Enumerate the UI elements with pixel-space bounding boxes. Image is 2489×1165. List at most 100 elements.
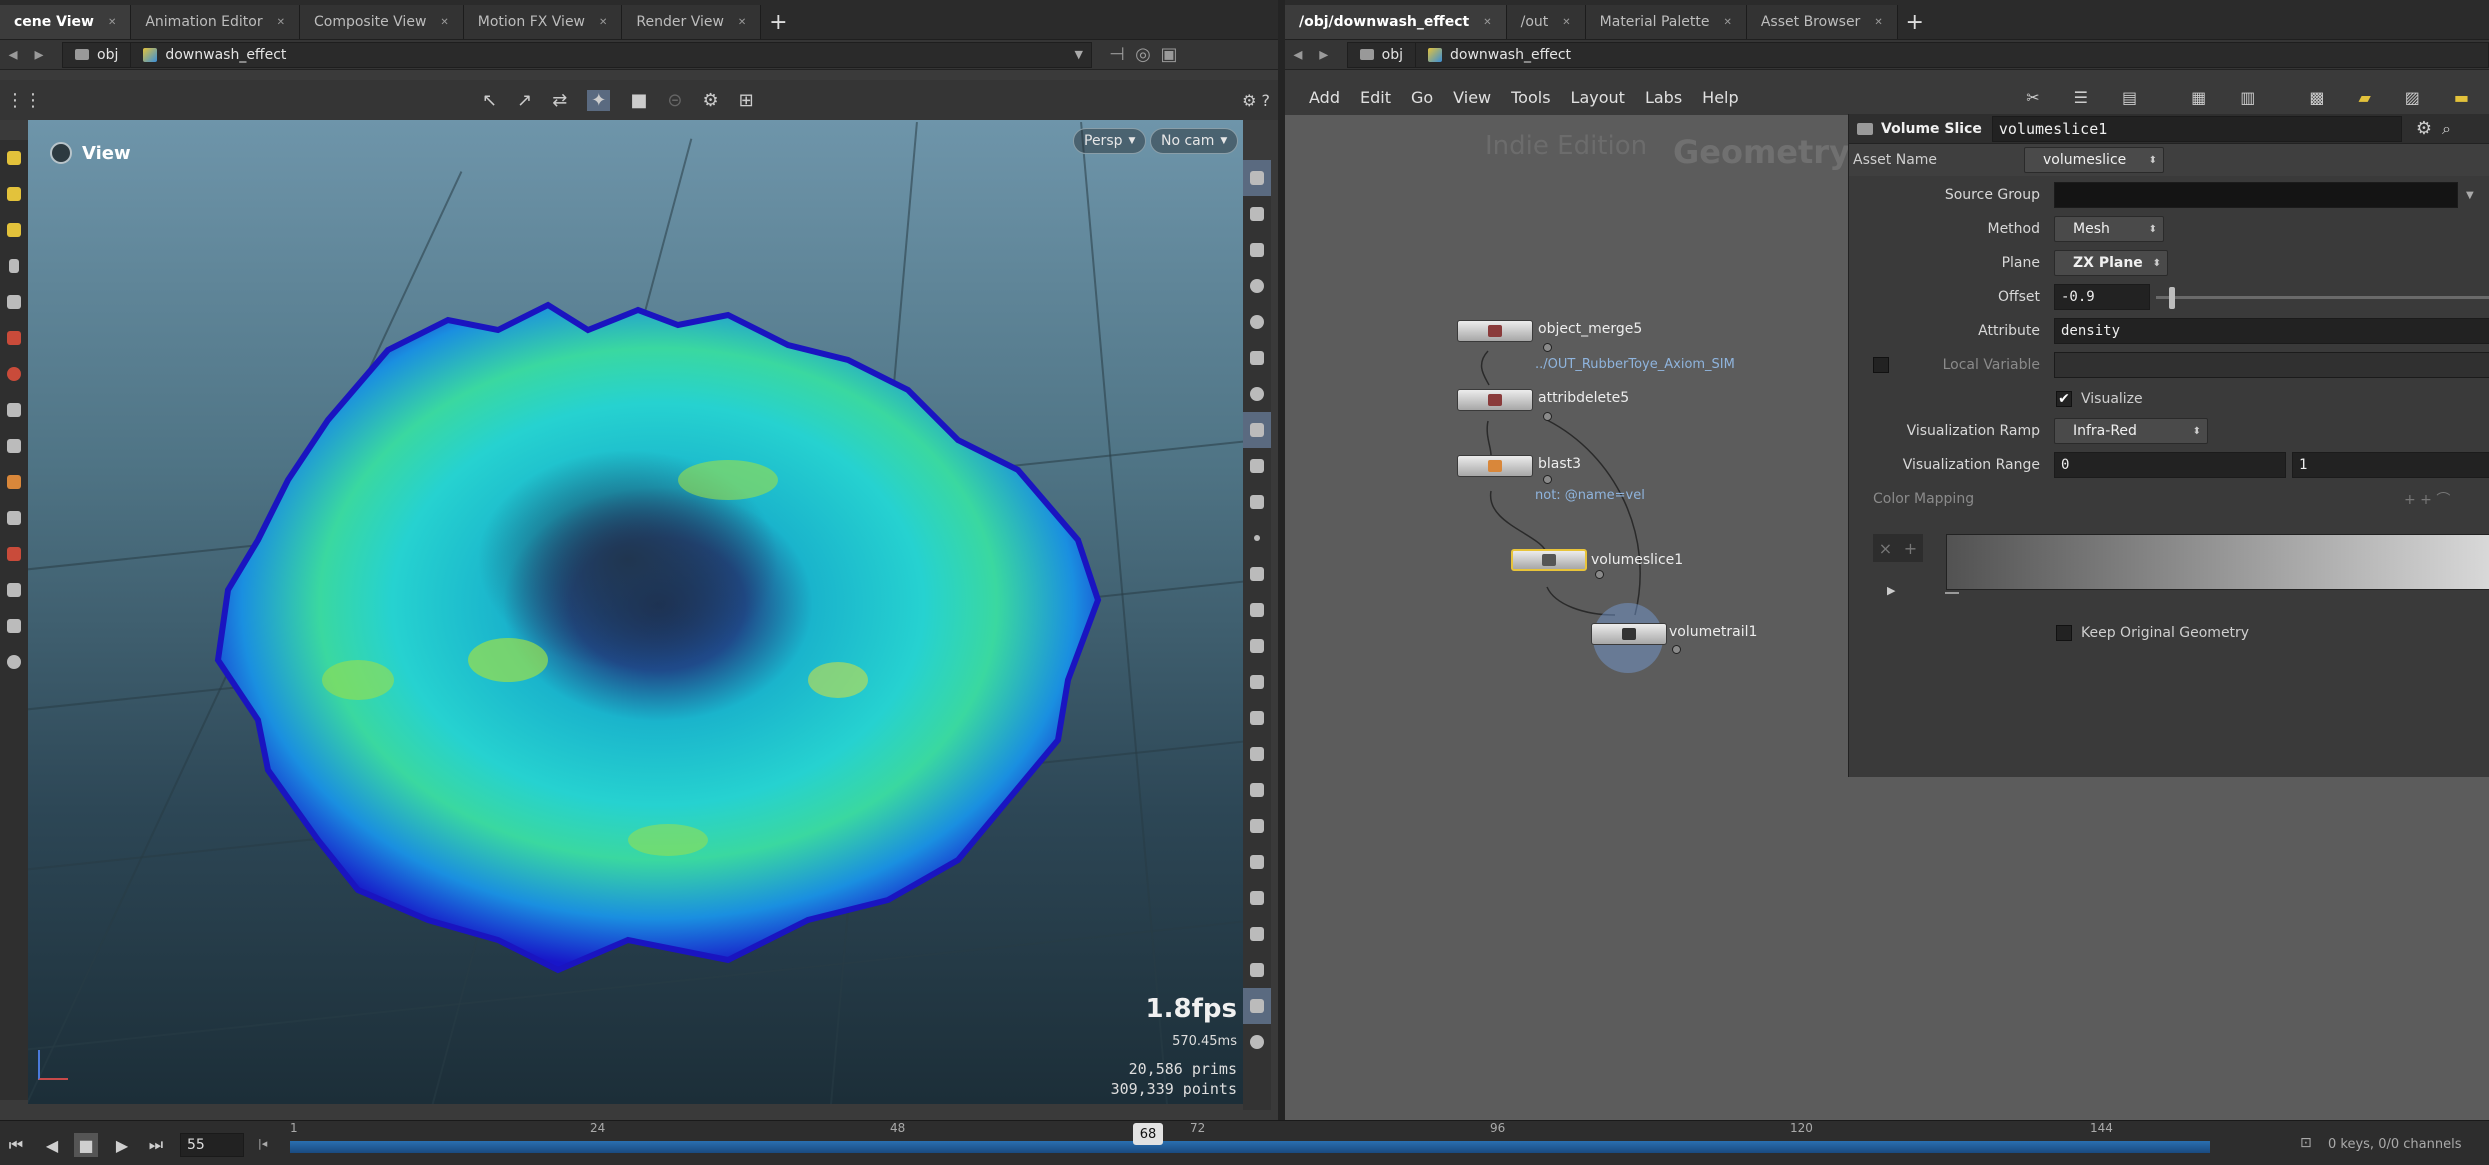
snapshot-icon[interactable] xyxy=(1243,952,1271,988)
visualize-checkbox[interactable]: ✔ xyxy=(2056,391,2072,407)
attribute-field[interactable]: density xyxy=(2054,318,2489,344)
right-tab[interactable]: /obj/downwash_effect ✕ xyxy=(1285,5,1507,39)
cube-icon[interactable] xyxy=(1243,844,1271,880)
remove-key-icon[interactable]: × xyxy=(1879,539,1892,558)
expand-ramp-icon[interactable]: ▶ xyxy=(1887,584,1895,597)
person-icon[interactable] xyxy=(0,644,28,680)
wireframe-icon[interactable] xyxy=(1243,448,1271,484)
left-tab[interactable]: Motion FX View ✕ xyxy=(463,5,623,39)
menu-item[interactable]: Go xyxy=(1401,88,1443,107)
move-tool-icon[interactable] xyxy=(0,428,28,464)
play-icon[interactable]: ▶ xyxy=(110,1133,134,1157)
grid-menu-icon[interactable]: ⋮⋮ xyxy=(6,90,42,111)
node-output-dot[interactable] xyxy=(1543,412,1552,421)
left-tab[interactable]: Render View ✕ xyxy=(622,5,762,39)
rotate-tool-icon[interactable] xyxy=(0,464,28,500)
add-tab-button-right[interactable]: + xyxy=(1898,5,1932,39)
close-icon[interactable]: ✕ xyxy=(1562,17,1570,28)
close-icon[interactable]: ✕ xyxy=(277,17,285,28)
film-icon[interactable] xyxy=(1243,880,1271,916)
local-variable-checkbox[interactable] xyxy=(1873,357,1889,373)
lock-icon[interactable] xyxy=(0,284,28,320)
plane-menu[interactable]: ZX Plane ⬍ xyxy=(2054,250,2168,276)
menu-item[interactable]: Add xyxy=(1299,88,1350,107)
keep-original-checkbox[interactable] xyxy=(2056,625,2072,641)
back-arrow-icon[interactable]: ◂ xyxy=(1285,44,1311,65)
camera-tool-icon[interactable]: ✦ xyxy=(587,89,611,111)
node-output-dot[interactable] xyxy=(1672,645,1681,654)
lights-icon[interactable]: ⚙ xyxy=(702,90,718,111)
handle-tool-icon[interactable] xyxy=(0,320,28,356)
select-mode-icon[interactable]: ↖ xyxy=(482,90,497,111)
offset-slider-handle[interactable] xyxy=(2169,287,2175,309)
jump-start-icon[interactable]: ⏮ xyxy=(4,1133,28,1157)
node-object-merge5[interactable] xyxy=(1457,320,1533,342)
numbers-icon[interactable] xyxy=(1243,628,1271,664)
color-ramp[interactable] xyxy=(1946,534,2489,590)
point-display-icon[interactable] xyxy=(1243,520,1271,556)
node-output-dot[interactable] xyxy=(1543,343,1552,352)
lock-camera-icon[interactable] xyxy=(1243,232,1271,268)
vectors-icon[interactable] xyxy=(1243,592,1271,628)
vis-range-max-field[interactable]: 1 xyxy=(2292,452,2489,478)
search-icon[interactable]: ⌕ xyxy=(2442,119,2451,139)
paint-tool-icon[interactable] xyxy=(0,140,28,176)
record-icon[interactable]: ■ xyxy=(630,90,647,111)
render-region-icon[interactable]: ⊞ xyxy=(739,90,754,111)
add-tab-button[interactable]: + xyxy=(761,5,795,39)
node-output-dot[interactable] xyxy=(1543,475,1552,484)
transform-icon[interactable]: ↗ xyxy=(517,90,532,111)
palette-icon[interactable]: ▨ xyxy=(2395,88,2430,107)
shading-icon[interactable] xyxy=(1243,304,1271,340)
offset-field[interactable]: -0.9 xyxy=(2054,284,2150,310)
tree-icon[interactable]: ☰ xyxy=(2064,88,2098,107)
path-field[interactable]: obj downwash_effect ▼ xyxy=(62,41,1092,68)
display-options-icon[interactable]: ▣ xyxy=(1156,44,1182,65)
timeline-track[interactable] xyxy=(290,1141,2210,1153)
close-icon[interactable]: ✕ xyxy=(1723,17,1731,28)
group-dropdown-icon[interactable]: ▼ xyxy=(2466,190,2474,201)
left-tab[interactable]: cene View ✕ xyxy=(0,5,132,39)
grid-view-icon[interactable]: ▦ xyxy=(2181,88,2216,107)
step-back-icon[interactable]: ◀ xyxy=(40,1133,64,1157)
ghost-icon[interactable] xyxy=(1243,196,1271,232)
list-icon[interactable]: ▤ xyxy=(2112,88,2147,107)
offset-slider[interactable] xyxy=(2156,296,2489,299)
menu-item[interactable]: View xyxy=(1443,88,1501,107)
vis-ramp-menu[interactable]: Infra-Red ⬍ xyxy=(2054,418,2208,444)
right-tab[interactable]: /out ✕ xyxy=(1506,5,1586,39)
path-dropdown-icon[interactable]: ▼ xyxy=(1075,48,1083,61)
close-icon[interactable]: ✕ xyxy=(599,17,607,28)
tools-icon[interactable]: ✂ xyxy=(2016,88,2049,107)
node-volumetrail1[interactable] xyxy=(1591,623,1667,645)
timeline-options-icon[interactable]: ⊡ xyxy=(2300,1135,2312,1151)
menu-item[interactable]: Tools xyxy=(1501,88,1560,107)
pin-icon[interactable]: ⊣ xyxy=(1104,44,1130,65)
forward-arrow-icon[interactable]: ▸ xyxy=(1311,44,1337,65)
network-path-field[interactable]: obj downwash_effect xyxy=(1346,41,2489,68)
headlight-icon[interactable] xyxy=(1243,376,1271,412)
link-icon[interactable]: ◎ xyxy=(1130,44,1156,65)
persp-button[interactable]: Persp ▼ xyxy=(1073,128,1147,154)
note-icon[interactable]: ▰ xyxy=(2348,88,2380,107)
checker-icon[interactable] xyxy=(1243,808,1271,844)
key-nav-icon[interactable]: |◂ xyxy=(258,1137,267,1150)
left-tab[interactable]: Animation Editor ✕ xyxy=(131,5,300,39)
view-tool-icon[interactable] xyxy=(0,392,28,428)
hull-icon[interactable] xyxy=(1243,772,1271,808)
right-tab[interactable]: Material Palette ✕ xyxy=(1585,5,1747,39)
snap-grid-icon[interactable] xyxy=(0,572,28,608)
camera-button[interactable]: No cam ▼ xyxy=(1150,128,1239,154)
select-arrow-icon[interactable] xyxy=(0,248,28,284)
table-icon[interactable]: ▥ xyxy=(2230,88,2265,107)
add-key-icon[interactable]: + xyxy=(1904,539,1917,558)
method-menu[interactable]: Mesh ⬍ xyxy=(2054,216,2164,242)
scale-tool-icon[interactable] xyxy=(0,500,28,536)
node-blast3[interactable] xyxy=(1457,455,1533,477)
folder-icon-2[interactable]: ▬ xyxy=(2444,88,2479,107)
brush-tool-icon[interactable] xyxy=(0,212,28,248)
jump-end-icon[interactable]: ⏭ xyxy=(144,1133,168,1157)
asset-name-menu[interactable]: volumeslice ⬍ xyxy=(2024,147,2164,173)
close-icon[interactable]: ✕ xyxy=(738,17,746,28)
node-attribdelete5[interactable] xyxy=(1457,389,1533,411)
